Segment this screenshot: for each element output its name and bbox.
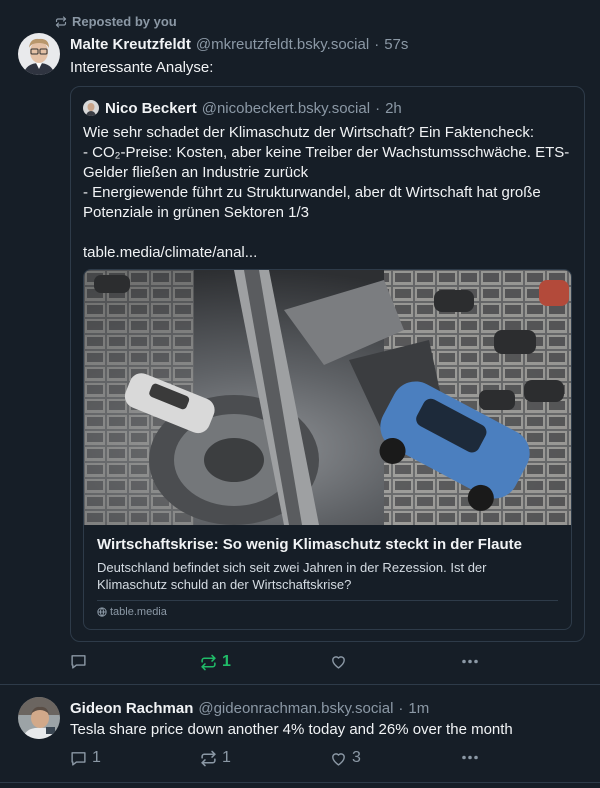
link-description: Deutschland befindet sich seit zwei Jahr… [97, 560, 487, 592]
post-text: Tesla share price down another 4% today … [70, 721, 513, 738]
post-time[interactable]: 1m [408, 700, 429, 717]
link-domain: table.media [110, 606, 167, 618]
like-button[interactable] [330, 653, 352, 670]
separator: · [374, 36, 380, 53]
more-icon [461, 749, 479, 766]
quoted-author-name[interactable]: Nico Beckert [105, 100, 197, 117]
repost-icon [200, 750, 217, 767]
repost-indicator[interactable]: Reposted by you [55, 14, 177, 29]
avatar-nico[interactable] [83, 100, 99, 116]
post-text: Interessante Analyse: [70, 59, 214, 76]
author-handle[interactable]: @gideonrachman.bsky.social [198, 700, 393, 717]
post-header: Gideon Rachman @gideonrachman.bsky.socia… [70, 700, 429, 717]
author-name[interactable]: Malte Kreutzfeldt [70, 36, 191, 53]
reply-count: 1 [92, 749, 101, 766]
like-icon [330, 750, 347, 767]
repost-icon [55, 15, 67, 28]
link-preview-image [84, 270, 571, 525]
more-options-button[interactable] [461, 653, 479, 670]
repost-button[interactable]: 1 [200, 749, 231, 767]
link-preview-card[interactable]: Wirtschaftskrise: So wenig Klimaschutz s… [83, 269, 572, 630]
repost-count: 1 [222, 653, 231, 670]
feed-divider [0, 684, 600, 685]
like-button[interactable]: 3 [330, 749, 361, 767]
more-options-button[interactable] [461, 749, 479, 766]
quoted-author-handle[interactable]: @nicobeckert.bsky.social [202, 100, 370, 117]
quoted-post-time[interactable]: 2h [385, 100, 402, 117]
avatar-gideon[interactable] [18, 697, 60, 739]
author-name[interactable]: Gideon Rachman [70, 700, 193, 717]
reply-button[interactable] [70, 653, 92, 670]
repost-count: 1 [222, 749, 231, 766]
feed-divider [0, 782, 600, 783]
like-icon [330, 653, 347, 670]
link-domain-row: table.media [97, 606, 167, 618]
quoted-post[interactable]: Nico Beckert @nicobeckert.bsky.social · … [70, 86, 585, 642]
post-header: Malte Kreutzfeldt @mkreutzfeldt.bsky.soc… [70, 36, 408, 53]
separator: · [398, 700, 404, 717]
globe-icon [97, 607, 107, 617]
author-handle[interactable]: @mkreutzfeldt.bsky.social [196, 36, 369, 53]
repost-icon [200, 654, 217, 671]
separator: · [375, 100, 381, 117]
reply-icon [70, 653, 87, 670]
link-title: Wirtschaftskrise: So wenig Klimaschutz s… [97, 536, 522, 553]
repost-button[interactable]: 1 [200, 653, 231, 671]
avatar-malte[interactable] [18, 33, 60, 75]
reply-button[interactable]: 1 [70, 749, 101, 767]
quoted-post-text: Wie sehr schadet der Klimaschutz der Wir… [83, 124, 570, 261]
more-icon [461, 653, 479, 670]
like-count: 3 [352, 749, 361, 766]
quoted-post-header: Nico Beckert @nicobeckert.bsky.social · … [105, 100, 402, 117]
reply-icon [70, 750, 87, 767]
post-time[interactable]: 57s [384, 36, 408, 53]
link-divider [97, 600, 558, 601]
repost-label: Reposted by you [72, 14, 177, 29]
